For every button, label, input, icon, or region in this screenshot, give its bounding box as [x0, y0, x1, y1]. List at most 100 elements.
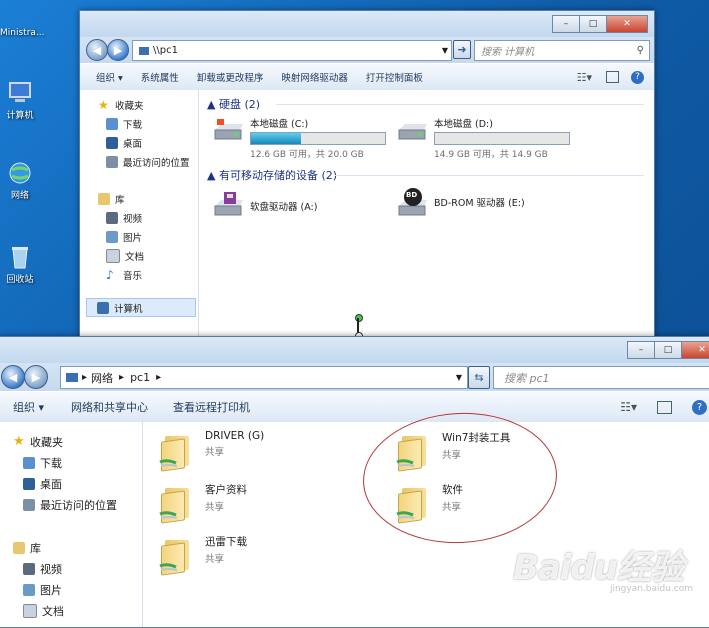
- nav-documents[interactable]: 文档: [106, 249, 144, 263]
- help-icon[interactable]: ?: [631, 70, 644, 84]
- organize-button[interactable]: 组织 ▾: [0, 399, 53, 415]
- dropdown-arrow-icon[interactable]: ▼: [442, 46, 448, 55]
- forward-button[interactable]: ▶: [24, 365, 48, 389]
- address-bar[interactable]: \\pc1 ▼: [132, 40, 452, 61]
- shared-folder[interactable]: 客户资料 共享: [159, 482, 247, 524]
- nav-label: 库: [30, 542, 41, 555]
- nav-library[interactable]: 库: [13, 540, 41, 556]
- nav-recent[interactable]: 最近访问的位置: [23, 497, 117, 513]
- device-name: BD-ROM 驱动器 (E:): [434, 198, 525, 209]
- go-button[interactable]: ➜: [453, 40, 471, 59]
- organize-button[interactable]: 组织 ▾: [80, 70, 132, 84]
- nav-videos[interactable]: 视频: [106, 211, 142, 225]
- desktop-icon-label: Ministra...: [0, 28, 45, 38]
- nav-desktop[interactable]: 桌面: [23, 476, 62, 492]
- recent-places-icon: [23, 499, 35, 511]
- view-remote-printers-button[interactable]: 查看远程打印机: [157, 399, 259, 415]
- nav-downloads[interactable]: 下载: [106, 117, 142, 131]
- drive-name: 本地磁盘 (D:): [434, 119, 493, 130]
- folder-name: 客户资料: [205, 484, 247, 496]
- minimize-button[interactable]: –: [552, 15, 580, 33]
- drive-d[interactable]: 本地磁盘 (D:) 14.9 GB 可用，共 14.9 GB: [396, 116, 570, 160]
- drive-name: 本地磁盘 (C:): [250, 119, 309, 130]
- bd-badge: BD: [406, 191, 418, 199]
- breadcrumb-network[interactable]: 网络: [91, 370, 113, 386]
- nav-downloads[interactable]: 下载: [23, 455, 62, 471]
- document-icon: [106, 249, 120, 263]
- nav-desktop[interactable]: 桌面: [106, 136, 142, 150]
- network-sharing-center-button[interactable]: 网络和共享中心: [53, 399, 157, 415]
- back-button[interactable]: ◀: [86, 39, 108, 61]
- minimize-button[interactable]: –: [627, 341, 655, 359]
- nav-recent[interactable]: 最近访问的位置: [106, 155, 190, 169]
- nav-label: 图片: [123, 233, 143, 244]
- video-icon: [106, 212, 118, 224]
- search-input[interactable]: 搜索 pc1: [493, 366, 709, 389]
- nav-favorites[interactable]: ★ 收藏夹: [98, 98, 144, 112]
- view-options-icon[interactable]: ☷▾: [577, 71, 592, 84]
- search-input[interactable]: 搜索 计算机 ⚲: [474, 40, 650, 61]
- nav-label: 库: [115, 195, 125, 206]
- close-button[interactable]: ✕: [681, 341, 709, 359]
- forward-button[interactable]: ▶: [107, 39, 129, 61]
- breadcrumb-separator-icon: ▸: [156, 372, 162, 383]
- preview-pane-icon[interactable]: [606, 71, 619, 83]
- star-icon: ★: [13, 434, 25, 449]
- recycle-bin-icon: [7, 244, 33, 270]
- bd-rom-drive[interactable]: BD BD-ROM 驱动器 (E:): [396, 188, 525, 216]
- nav-favorites[interactable]: ★ 收藏夹: [13, 434, 63, 450]
- desktop-icon-label: 回收站: [6, 275, 34, 285]
- breadcrumb-separator-icon: ▸: [82, 372, 88, 383]
- maximize-button[interactable]: □: [579, 15, 607, 33]
- baidu-watermark: Baidu经验: [512, 548, 684, 588]
- refresh-button[interactable]: ⇆: [468, 366, 490, 389]
- nav-label: 视频: [40, 563, 62, 576]
- shared-folder-icon: [159, 534, 195, 576]
- drive-usage-fill: [251, 133, 301, 144]
- desktop-icon-network[interactable]: 网络: [0, 160, 40, 201]
- folder-share-status: 共享: [205, 447, 225, 458]
- folder-name: DRIVER (G): [205, 430, 265, 442]
- hdd-group-header[interactable]: ▲ 硬盘 (2): [207, 96, 260, 112]
- shared-folder-icon: [159, 430, 195, 472]
- dropdown-arrow-icon[interactable]: ▼: [456, 373, 462, 382]
- view-options-icon[interactable]: ☷▾: [620, 400, 637, 414]
- nav-pictures[interactable]: 图片: [23, 582, 62, 598]
- nav-label: 下载: [123, 120, 143, 131]
- bd-rom-drive-icon: BD: [396, 188, 430, 216]
- map-drive-button[interactable]: 映射网络驱动器: [272, 70, 357, 84]
- shared-folder[interactable]: 迅雷下载 共享: [159, 534, 247, 576]
- breadcrumb-pc1[interactable]: pc1: [130, 371, 150, 384]
- help-icon[interactable]: ?: [692, 399, 707, 415]
- star-icon: ★: [98, 98, 109, 112]
- removable-group-header[interactable]: ▲ 有可移动存储的设备 (2): [207, 167, 337, 183]
- system-properties-button[interactable]: 系统属性: [132, 70, 188, 84]
- desktop-icon-computer[interactable]: 计算机: [0, 80, 40, 121]
- nav-label: 收藏夹: [115, 101, 144, 112]
- nav-computer[interactable]: 计算机: [86, 298, 196, 317]
- maximize-button[interactable]: □: [654, 341, 682, 359]
- preview-pane-icon[interactable]: [657, 400, 672, 414]
- nav-label: 音乐: [123, 271, 143, 282]
- title-bar[interactable]: – □ ✕: [0, 337, 709, 363]
- nav-videos[interactable]: 视频: [23, 561, 62, 577]
- control-panel-button[interactable]: 打开控制面板: [357, 70, 432, 84]
- back-button[interactable]: ◀: [1, 365, 25, 389]
- uninstall-button[interactable]: 卸载或更改程序: [188, 70, 273, 84]
- nav-music[interactable]: ♪ 音乐: [106, 268, 142, 282]
- nav-label: 最近访问的位置: [123, 158, 190, 169]
- address-text: \\pc1: [153, 45, 178, 56]
- nav-pictures[interactable]: 图片: [106, 230, 142, 244]
- title-bar[interactable]: – □ ✕: [80, 11, 654, 37]
- breadcrumb[interactable]: ▸ 网络 ▸ pc1 ▸ ▼: [60, 366, 468, 389]
- floppy-drive[interactable]: 软盘驱动器 (A:): [212, 192, 317, 220]
- computer-window: – □ ✕ ◀ ▶ \\pc1 ▼ ➜ 搜索 计算机 ⚲ 组织 ▾ 系统属性 卸…: [79, 10, 655, 338]
- nav-library[interactable]: 库: [98, 192, 125, 206]
- search-placeholder: 搜索 pc1: [504, 371, 550, 385]
- shared-folder[interactable]: DRIVER (G) 共享: [159, 430, 265, 472]
- close-button[interactable]: ✕: [606, 15, 648, 33]
- picture-icon: [23, 584, 35, 596]
- desktop-icon-recycle[interactable]: 回收站: [0, 244, 40, 285]
- desktop-icon-user[interactable]: Ministra...: [0, 10, 45, 38]
- drive-c[interactable]: 本地磁盘 (C:) 12.6 GB 可用，共 20.0 GB: [212, 116, 386, 160]
